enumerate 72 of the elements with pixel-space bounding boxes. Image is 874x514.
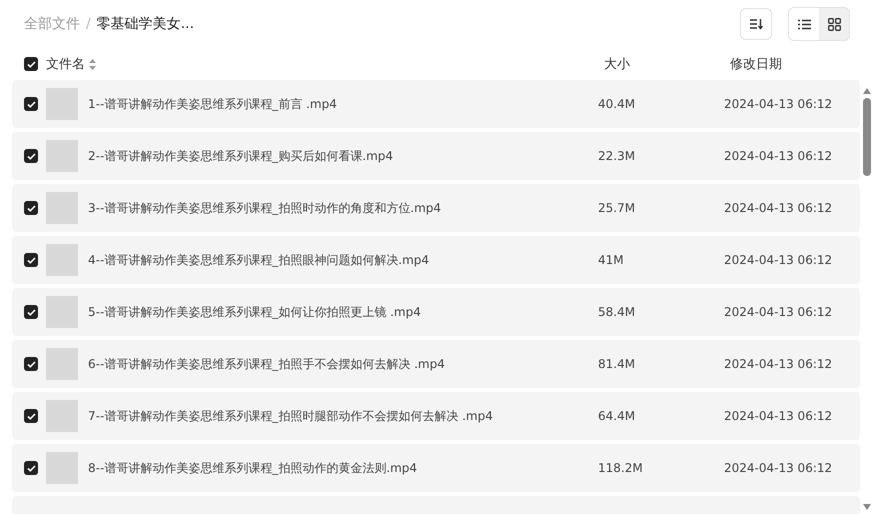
video-thumbnail [46, 192, 78, 224]
file-row[interactable]: 7--谱哥讲解动作美姿思维系列课程_拍照时腿部动作不会摆如何去解决 .mp4 64.4M 2024-04-13 06:12 [12, 392, 860, 440]
check-icon [26, 360, 36, 368]
video-thumbnail [46, 244, 78, 276]
file-name: 7--谱哥讲解动作美姿思维系列课程_拍照时腿部动作不会摆如何去解决 .mp4 [88, 408, 494, 424]
check-icon [26, 60, 36, 68]
video-thumbnail [46, 140, 78, 172]
scroll-down-icon[interactable] [863, 504, 871, 510]
file-size: 118.2M [598, 461, 644, 475]
check-icon [26, 152, 36, 160]
file-row[interactable]: 2--谱哥讲解动作美姿思维系列课程_购买后如何看课.mp4 22.3M 2024-04-13 06:12 [12, 132, 860, 180]
sort-icon [749, 18, 763, 30]
check-icon [26, 204, 36, 212]
check-icon [26, 464, 36, 472]
row-checkbox[interactable] [24, 97, 38, 111]
check-icon [26, 100, 36, 108]
file-name: 1--谱哥讲解动作美姿思维系列课程_前言 .mp4 [88, 96, 338, 112]
check-icon [26, 308, 36, 316]
grid-icon [828, 18, 840, 30]
row-checkbox[interactable] [24, 201, 38, 215]
check-icon [26, 412, 36, 420]
modified-date: 2024-04-13 06:12 [724, 409, 832, 423]
row-checkbox[interactable] [24, 409, 38, 423]
modified-date: 2024-04-13 06:12 [724, 201, 832, 215]
sort-icon[interactable] [89, 58, 96, 70]
file-size: 41M [598, 253, 625, 267]
modified-date: 2024-04-13 06:12 [724, 305, 832, 319]
check-icon [26, 256, 36, 264]
file-size: 25.7M [598, 201, 636, 215]
video-thumbnail [46, 88, 78, 120]
modified-date: 2024-04-13 06:12 [724, 97, 832, 111]
row-checkbox[interactable] [24, 253, 38, 267]
modified-date: 2024-04-13 06:12 [724, 149, 832, 163]
column-header[interactable]: 文件名 [46, 55, 85, 73]
file-row[interactable]: 5--谱哥讲解动作美姿思维系列课程_如何让你拍照更上镜 .mp4 58.4M 2024-04-13 06:12 [12, 288, 860, 336]
video-thumbnail [46, 452, 78, 484]
scrollbar-thumb[interactable] [863, 98, 871, 176]
sort-button[interactable] [740, 8, 772, 40]
file-name: 8--谱哥讲解动作美姿思维系列课程_拍照动作的黄金法则.mp4 [88, 460, 418, 476]
video-thumbnail [46, 348, 78, 380]
file-name: 2--谱哥讲解动作美姿思维系列课程_购买后如何看课.mp4 [88, 148, 394, 164]
file-name: 6--谱哥讲解动作美姿思维系列课程_拍照手不会摆如何去解决 .mp4 [88, 356, 446, 372]
column-header[interactable]: 修改日期 [730, 55, 782, 73]
file-row[interactable]: 4--谱哥讲解动作美姿思维系列课程_拍照眼神问题如何解决.mp4 41M 2024-04-13 06:12 [12, 236, 860, 284]
breadcrumb-item: 零基础学美女... [96, 15, 194, 33]
row-checkbox[interactable] [24, 149, 38, 163]
file-size: 64.4M [598, 409, 636, 423]
file-size: 40.4M [598, 97, 636, 111]
row-checkbox[interactable] [24, 461, 38, 475]
modified-date: 2024-04-13 06:12 [724, 253, 832, 267]
file-size: 81.4M [598, 357, 636, 371]
file-name: 4--谱哥讲解动作美姿思维系列课程_拍照眼神问题如何解决.mp4 [88, 252, 430, 268]
file-name: 3--谱哥讲解动作美姿思维系列课程_拍照时动作的角度和方位.mp4 [88, 200, 442, 216]
row-checkbox[interactable] [24, 305, 38, 319]
select-all-checkbox[interactable] [24, 57, 38, 71]
grid-view-button[interactable] [819, 8, 849, 40]
file-row[interactable]: 3--谱哥讲解动作美姿思维系列课程_拍照时动作的角度和方位.mp4 25.7M 2024-04-13 06:12 [12, 184, 860, 232]
row-checkbox[interactable] [24, 357, 38, 371]
breadcrumb-separator: / [86, 16, 91, 32]
video-thumbnail [46, 296, 78, 328]
column-header[interactable]: 大小 [604, 55, 730, 73]
file-row[interactable]: 8--谱哥讲解动作美姿思维系列课程_拍照动作的黄金法则.mp4 118.2M 2024-04-13 06:12 [12, 444, 860, 492]
file-size: 58.4M [598, 305, 636, 319]
modified-date: 2024-04-13 06:12 [724, 357, 832, 371]
list-icon [798, 18, 810, 30]
file-size: 22.3M [598, 149, 636, 163]
modified-date: 2024-04-13 06:12 [724, 461, 832, 475]
video-thumbnail [46, 400, 78, 432]
file-name: 5--谱哥讲解动作美姿思维系列课程_如何让你拍照更上镜 .mp4 [88, 304, 422, 320]
file-row[interactable]: 6--谱哥讲解动作美姿思维系列课程_拍照手不会摆如何去解决 .mp4 81.4M 2024-04-13 06:12 [12, 340, 860, 388]
scroll-up-icon[interactable] [863, 88, 871, 94]
file-row[interactable]: 1--谱哥讲解动作美姿思维系列课程_前言 .mp4 40.4M 2024-04-13 06:12 [12, 80, 860, 128]
